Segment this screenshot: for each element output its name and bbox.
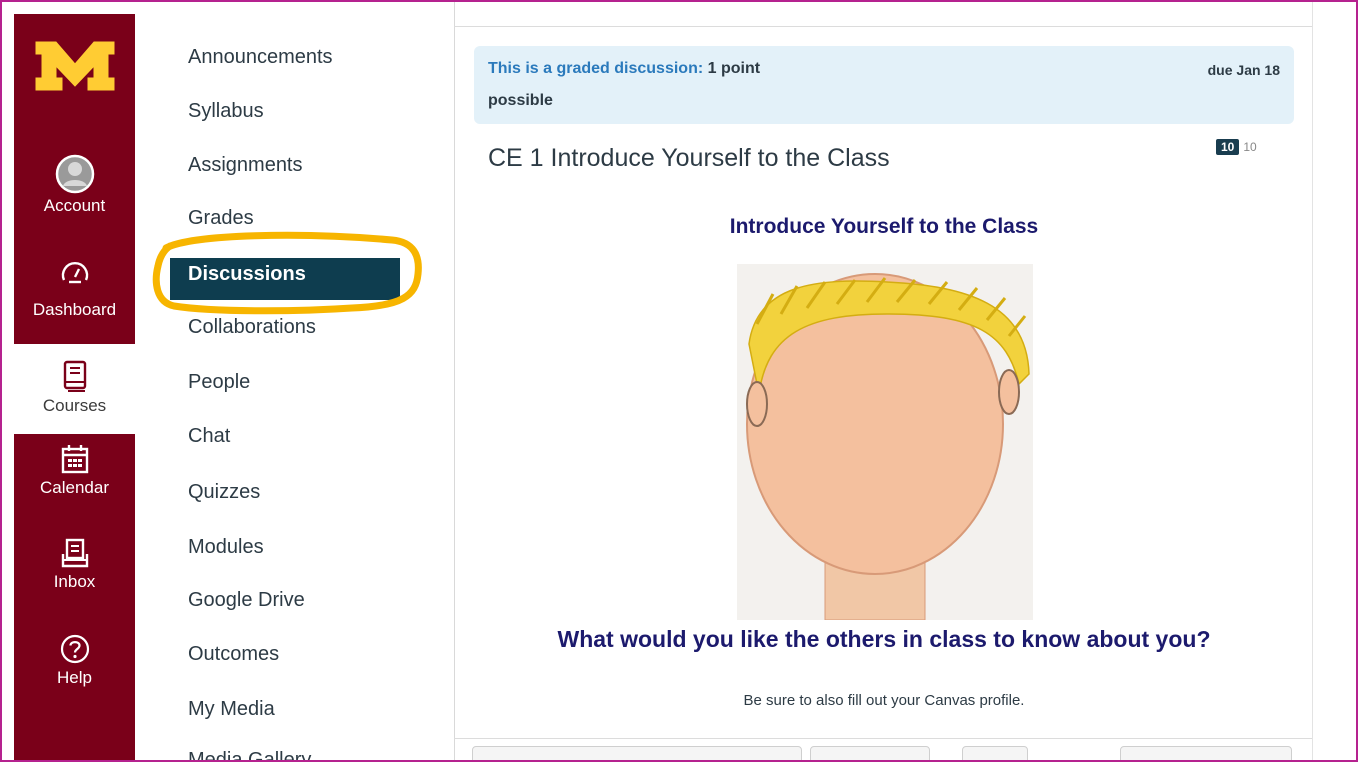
banner-points: 1 point bbox=[703, 60, 761, 77]
nav-calendar-label: Calendar bbox=[40, 478, 109, 497]
bottom-action-button[interactable] bbox=[472, 746, 802, 760]
nav-account-label: Account bbox=[43, 196, 106, 215]
calendar-icon bbox=[61, 445, 88, 474]
bottom-action-button[interactable] bbox=[810, 746, 930, 760]
nav-help[interactable]: Help bbox=[14, 634, 135, 714]
content-top-rule bbox=[454, 26, 1312, 27]
question-heading: What would you like the others in class … bbox=[557, 626, 1211, 652]
nav-inbox-label: Inbox bbox=[53, 572, 96, 591]
nav-dashboard[interactable]: Dashboard bbox=[14, 258, 135, 330]
content-divider-right bbox=[1312, 2, 1313, 760]
inbox-icon bbox=[61, 538, 88, 568]
app-frame: Account Dashboard Courses Calendar Inbox… bbox=[0, 0, 1358, 762]
course-nav-collaborations[interactable]: Collaborations bbox=[188, 312, 316, 342]
avatar-icon bbox=[55, 154, 94, 194]
content-divider bbox=[454, 2, 455, 760]
nav-courses-label: Courses bbox=[42, 396, 107, 415]
banner-graded-label: This is a graded discussion: bbox=[488, 60, 704, 77]
face-drawing-image bbox=[737, 264, 1033, 620]
graded-discussion-banner: This is a graded discussion: 1 point pos… bbox=[474, 46, 1294, 124]
global-nav: Account Dashboard Courses Calendar Inbox… bbox=[14, 14, 135, 760]
course-nav-assignments[interactable]: Assignments bbox=[188, 150, 303, 180]
course-nav-modules[interactable]: Modules bbox=[188, 532, 264, 562]
course-nav-quizzes[interactable]: Quizzes bbox=[188, 477, 260, 507]
banner-possible: possible bbox=[488, 92, 553, 109]
due-date: due Jan 18 bbox=[1207, 62, 1280, 78]
nav-calendar[interactable]: Calendar bbox=[14, 444, 135, 524]
nav-courses[interactable]: Courses bbox=[14, 344, 135, 434]
university-logo[interactable] bbox=[32, 34, 118, 94]
course-nav-people[interactable]: People bbox=[188, 367, 250, 397]
course-nav-my-media[interactable]: My Media bbox=[188, 694, 275, 724]
bottom-action-button[interactable] bbox=[962, 746, 1028, 760]
nav-dashboard-label: Dashboard bbox=[32, 300, 117, 319]
dashboard-icon bbox=[61, 262, 88, 284]
course-nav-grades[interactable]: Grades bbox=[188, 203, 254, 233]
unread-count-badge: 10 bbox=[1216, 139, 1240, 155]
intro-heading: Introduce Yourself to the Class bbox=[729, 215, 1039, 238]
reply-counter: 10 10 bbox=[1216, 139, 1261, 157]
content-bottom-rule bbox=[454, 738, 1312, 739]
course-nav-discussions[interactable]: Discussions bbox=[170, 258, 400, 300]
nav-account[interactable]: Account bbox=[14, 154, 135, 234]
banner-graded-line: This is a graded discussion: 1 point bbox=[488, 60, 760, 78]
course-nav-syllabus[interactable]: Syllabus bbox=[188, 96, 264, 126]
book-icon bbox=[63, 360, 86, 392]
course-nav-chat[interactable]: Chat bbox=[188, 421, 230, 451]
bottom-action-button[interactable] bbox=[1120, 746, 1292, 760]
profile-note: Be sure to also fill out your Canvas pro… bbox=[743, 692, 1025, 709]
course-nav-announcements[interactable]: Announcements bbox=[188, 42, 333, 72]
nav-help-label: Help bbox=[57, 668, 92, 687]
course-nav-media-gallery[interactable]: Media Gallery bbox=[188, 745, 311, 760]
nav-inbox[interactable]: Inbox bbox=[14, 538, 135, 618]
total-count: 10 bbox=[1243, 140, 1257, 154]
course-nav-outcomes[interactable]: Outcomes bbox=[188, 639, 279, 669]
discussion-title: CE 1 Introduce Yourself to the Class bbox=[488, 144, 890, 172]
help-icon bbox=[60, 634, 89, 664]
course-nav-google-drive[interactable]: Google Drive bbox=[188, 585, 305, 615]
